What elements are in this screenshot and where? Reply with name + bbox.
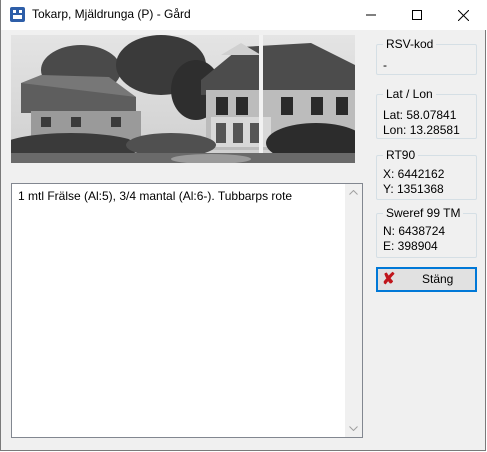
rsv-value: -	[383, 58, 387, 72]
close-button-label: Stäng	[422, 272, 454, 286]
minimize-icon	[366, 14, 376, 16]
rsv-group: RSV-kod -	[376, 37, 477, 75]
red-x-icon: ✘	[382, 271, 396, 288]
rt90-x-value: X: 6442162	[383, 167, 445, 181]
vertical-scrollbar[interactable]	[345, 184, 362, 437]
rsv-title: RSV-kod	[383, 37, 437, 51]
notes-text: 1 mtl Frälse (Al:5), 3/4 mantal (Al:6-).…	[18, 189, 293, 203]
close-window-button[interactable]	[440, 0, 486, 30]
notes-textarea[interactable]: 1 mtl Frälse (Al:5), 3/4 mantal (Al:6-).…	[11, 183, 363, 438]
lat-value: Lat: 58.07841	[383, 108, 457, 122]
farmhouse-photo	[11, 35, 355, 163]
latlon-title: Lat / Lon	[383, 87, 436, 101]
lon-value: Lon: 13.28581	[383, 123, 460, 137]
close-icon	[457, 9, 469, 21]
app-icon[interactable]	[10, 7, 25, 22]
dialog-window: Tokarp, Mjäldrunga (P) - Gård 1 mtl Fräl…	[0, 0, 487, 451]
minimize-button[interactable]	[348, 0, 394, 30]
scroll-down-icon[interactable]	[345, 420, 362, 437]
title-bar[interactable]: Tokarp, Mjäldrunga (P) - Gård	[1, 0, 487, 30]
maximize-button[interactable]	[394, 0, 440, 30]
sweref-e-value: E: 398904	[383, 239, 438, 253]
scroll-up-icon[interactable]	[345, 184, 362, 201]
rt90-y-value: Y: 1351368	[383, 182, 444, 196]
rt90-group: RT90 X: 6442162 Y: 1351368	[376, 148, 477, 200]
rt90-title: RT90	[383, 148, 419, 162]
window-title: Tokarp, Mjäldrunga (P) - Gård	[32, 7, 191, 21]
sweref-n-value: N: 6438724	[383, 224, 446, 238]
latlon-group: Lat / Lon Lat: 58.07841 Lon: 13.28581	[376, 87, 477, 139]
sweref-group: Sweref 99 TM N: 6438724 E: 398904	[376, 206, 477, 258]
farm-photo	[11, 35, 355, 163]
maximize-icon	[412, 10, 422, 20]
close-button[interactable]: ✘ Stäng	[376, 267, 477, 292]
sweref-title: Sweref 99 TM	[383, 206, 464, 220]
